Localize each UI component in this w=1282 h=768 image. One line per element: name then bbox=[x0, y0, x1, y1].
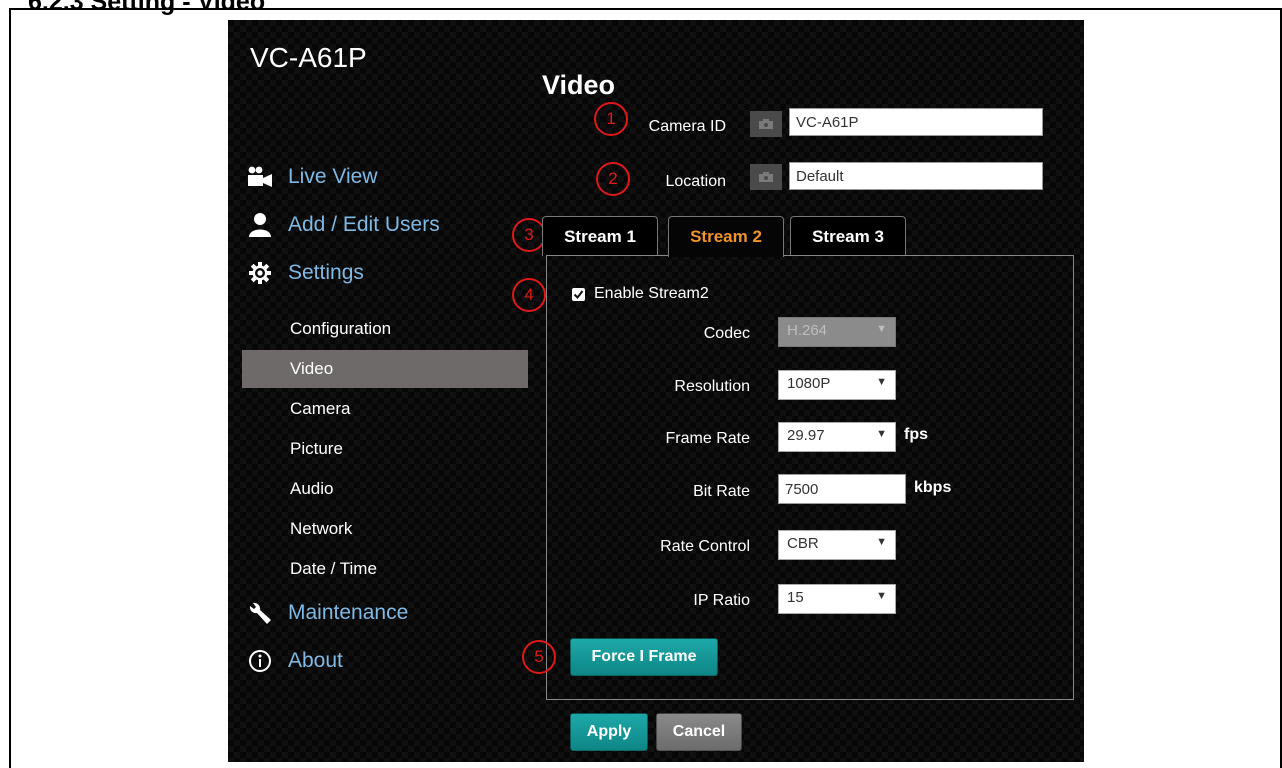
bit-rate-unit: kbps bbox=[914, 479, 952, 496]
camera-icon bbox=[759, 172, 773, 182]
ip-ratio-label: IP Ratio bbox=[693, 592, 750, 609]
page-title: Video bbox=[542, 70, 616, 100]
tab-stream-3[interactable]: Stream 3 bbox=[790, 216, 906, 256]
nav-sub-audio[interactable]: Audio bbox=[242, 470, 528, 508]
nav-sub-camera[interactable]: Camera bbox=[242, 390, 528, 428]
dropdown-arrow-icon: ▼ bbox=[876, 376, 887, 388]
video-camera-icon bbox=[246, 164, 274, 190]
camera-id-capture-button[interactable] bbox=[750, 111, 782, 137]
frame-rate-label: Frame Rate bbox=[665, 430, 750, 447]
dropdown-arrow-icon: ▼ bbox=[876, 323, 887, 335]
apply-button[interactable]: Apply bbox=[570, 713, 648, 751]
location-label: Location bbox=[665, 173, 727, 190]
force-i-frame-button[interactable]: Force I Frame bbox=[570, 638, 718, 676]
bit-rate-input[interactable] bbox=[778, 474, 906, 504]
info-icon bbox=[246, 648, 274, 674]
nav-live-view[interactable]: Live View bbox=[246, 164, 378, 190]
wrench-icon bbox=[246, 600, 274, 626]
dropdown-arrow-icon: ▼ bbox=[876, 590, 887, 602]
tab-stream-2[interactable]: Stream 2 bbox=[668, 216, 784, 257]
resolution-label: Resolution bbox=[674, 378, 750, 395]
camera-icon bbox=[759, 119, 773, 129]
resolution-select[interactable]: 1080P ▼ bbox=[778, 370, 896, 400]
nav-maintenance-label: Maintenance bbox=[288, 601, 409, 624]
resolution-value: 1080P bbox=[787, 375, 831, 392]
nav-sub-picture[interactable]: Picture bbox=[242, 430, 528, 468]
rate-control-value: CBR bbox=[787, 535, 819, 552]
rate-control-label: Rate Control bbox=[660, 538, 750, 555]
nav-add-edit-users[interactable]: Add / Edit Users bbox=[246, 212, 440, 238]
nav-sub-configuration[interactable]: Configuration bbox=[242, 310, 528, 348]
callout-marker-5: 5 bbox=[522, 640, 556, 674]
nav-maintenance[interactable]: Maintenance bbox=[246, 600, 408, 626]
ip-ratio-select[interactable]: 15 ▼ bbox=[778, 584, 896, 614]
ip-ratio-value: 15 bbox=[787, 589, 804, 606]
camera-id-label: Camera ID bbox=[648, 118, 726, 135]
callout-marker-4: 4 bbox=[512, 278, 546, 312]
nav-live-view-label: Live View bbox=[288, 165, 378, 188]
nav-sub-date-time[interactable]: Date / Time bbox=[242, 550, 528, 588]
frame-rate-value: 29.97 bbox=[787, 427, 825, 444]
codec-value: H.264 bbox=[787, 322, 828, 339]
user-icon bbox=[246, 212, 274, 238]
frame-rate-unit: fps bbox=[904, 426, 928, 443]
cancel-button[interactable]: Cancel bbox=[656, 713, 742, 751]
dropdown-arrow-icon: ▼ bbox=[876, 536, 887, 548]
nav-about-label: About bbox=[288, 649, 343, 672]
nav-settings[interactable]: Settings bbox=[246, 260, 364, 286]
model-name: VC-A61P bbox=[250, 42, 367, 73]
nav-sub-network[interactable]: Network bbox=[242, 510, 528, 548]
codec-select: H.264 ▼ bbox=[778, 317, 896, 347]
enable-stream-checkbox[interactable] bbox=[572, 288, 585, 301]
codec-label: Codec bbox=[703, 325, 750, 342]
location-input[interactable] bbox=[789, 162, 1043, 190]
bit-rate-label: Bit Rate bbox=[693, 483, 750, 500]
location-capture-button[interactable] bbox=[750, 164, 782, 190]
checkmark-icon bbox=[573, 290, 584, 300]
camera-web-ui: VC-A61P Live View Add / Edit Users Setti… bbox=[228, 20, 1084, 762]
camera-id-input[interactable] bbox=[789, 108, 1043, 136]
callout-marker-1: 1 bbox=[594, 102, 628, 136]
nav-sub-video[interactable]: Video bbox=[242, 350, 528, 388]
nav-add-edit-users-label: Add / Edit Users bbox=[288, 213, 440, 236]
gear-icon bbox=[246, 260, 274, 286]
enable-stream-label: Enable Stream2 bbox=[594, 285, 709, 302]
rate-control-select[interactable]: CBR ▼ bbox=[778, 530, 896, 560]
frame-rate-select[interactable]: 29.97 ▼ bbox=[778, 422, 896, 452]
nav-about[interactable]: About bbox=[246, 648, 343, 674]
callout-marker-3: 3 bbox=[512, 218, 546, 252]
nav-settings-label: Settings bbox=[288, 261, 364, 284]
dropdown-arrow-icon: ▼ bbox=[876, 428, 887, 440]
tab-stream-1[interactable]: Stream 1 bbox=[542, 216, 658, 256]
